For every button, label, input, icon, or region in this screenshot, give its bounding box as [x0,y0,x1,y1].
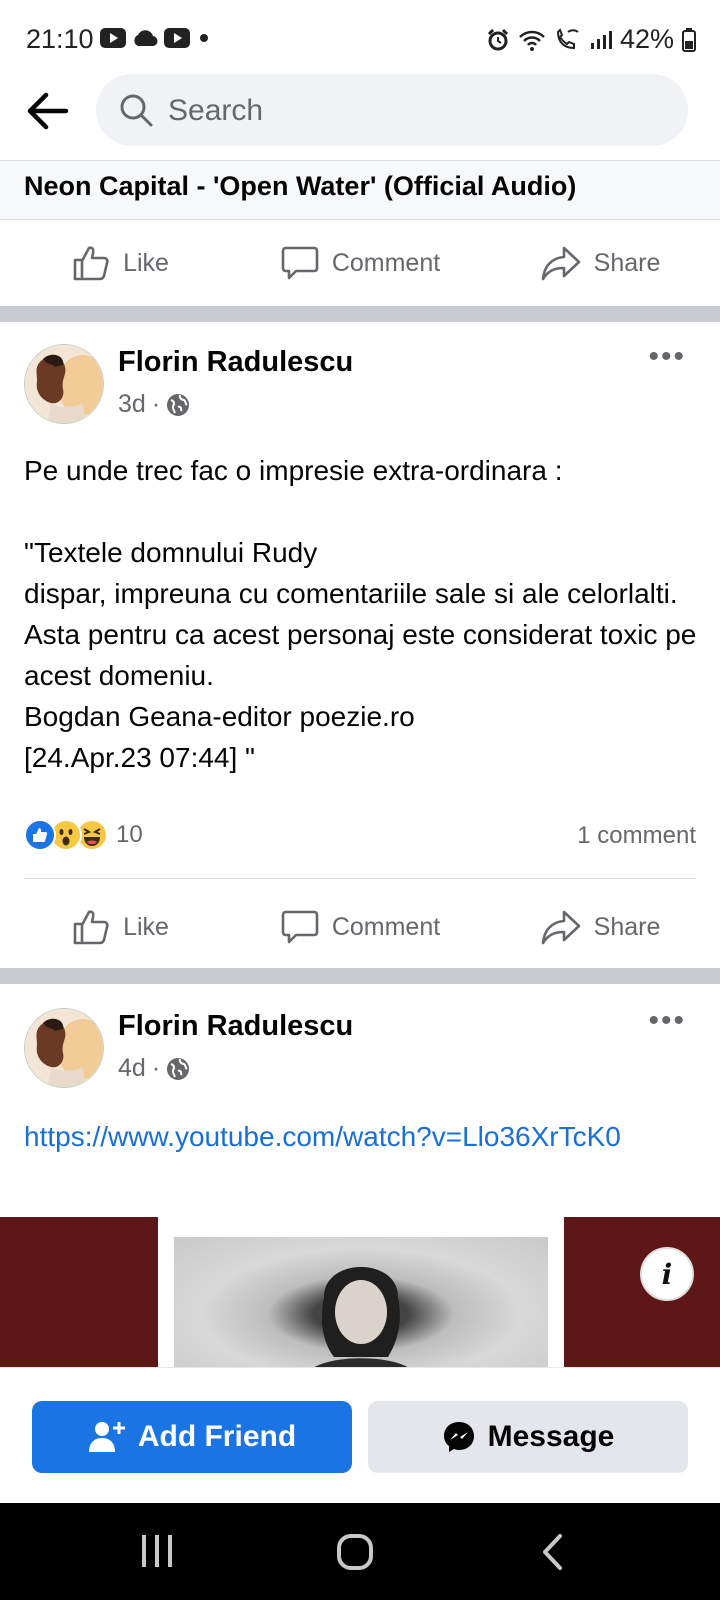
comment-label: Comment [331,912,441,941]
add-friend-button[interactable]: Add Friend [32,1401,352,1473]
back-nav-icon[interactable] [540,1533,564,1571]
avatar-image [25,1009,103,1087]
post-separator [0,968,720,984]
reaction-count: 10 [116,821,143,848]
meta-separator: · [151,1054,161,1082]
battery-percent: 42% [619,24,674,54]
notification-icons [100,28,212,48]
globe-icon [167,393,190,416]
post-link[interactable]: https://www.youtube.com/watch?v=Llo36XrT… [24,1116,704,1157]
link-title: Neon Capital - 'Open Water' (Official Au… [24,171,577,201]
system-nav-bar [0,1503,720,1600]
cloud-icon [134,30,158,47]
back-button[interactable] [22,86,72,136]
post-meta: 4d · [118,1054,190,1083]
post-text: Pe unde trec fac o impresie extra-ordina… [24,455,697,773]
search-placeholder: Search [168,94,264,127]
post-actions: Like Comment Share [0,884,720,970]
thumbnail-photo [174,1237,548,1367]
info-button[interactable]: i [640,1247,694,1301]
status-time: 21:10 [26,24,94,54]
arrow-left-icon [27,92,69,130]
home-icon[interactable] [336,1533,374,1571]
portrait-image [314,1267,408,1367]
post-meta: 3d · [118,390,190,419]
share-button[interactable]: Share [480,220,720,306]
post-separator [0,306,720,322]
recent-apps-icon[interactable] [140,1533,174,1569]
add-person-icon [88,1422,125,1452]
post-author[interactable]: Florin Radulescu [118,346,353,379]
video-thumbnail [158,1217,564,1367]
like-reaction-icon [24,819,56,851]
avatar-image [25,345,103,423]
thumbs-up-icon [73,910,109,945]
post-time[interactable]: 3d [118,390,146,419]
comment-label: Comment [331,248,441,277]
add-friend-label: Add Friend [137,1420,297,1453]
message-button[interactable]: Message [368,1401,688,1473]
post-time[interactable]: 4d [118,1054,146,1083]
top-header: Search [0,70,720,160]
share-arrow-icon [541,246,580,281]
globe-icon [167,1057,190,1080]
comment-button[interactable]: Comment [240,884,480,970]
youtube-icon [100,28,126,48]
more-options-button[interactable]: ••• [648,1004,686,1038]
comment-bubble-icon [281,910,319,944]
wifi-icon [519,30,545,51]
alarm-icon [487,28,509,50]
share-button[interactable]: Share [480,884,720,970]
divider [24,878,696,879]
status-right: 42% [486,24,696,55]
battery-icon [682,27,696,52]
meta-separator: · [151,390,161,418]
search-icon [120,94,153,127]
prev-post-actions: Like Comment Share [0,220,720,306]
search-input[interactable]: Search [96,74,688,146]
messenger-icon [443,1422,474,1452]
link-preview-title[interactable]: Neon Capital - 'Open Water' (Official Au… [0,160,720,220]
like-label: Like [123,912,169,941]
profile-action-bar: Add Friend Message [0,1367,720,1503]
like-button[interactable]: Like [0,884,240,970]
video-preview[interactable] [0,1217,720,1367]
dot-icon [200,34,208,42]
like-button[interactable]: Like [0,220,240,306]
share-arrow-icon [541,910,580,945]
message-label: Message [487,1420,615,1453]
share-label: Share [593,248,661,277]
avatar[interactable] [24,344,104,424]
comment-button[interactable]: Comment [240,220,480,306]
avatar[interactable] [24,1008,104,1088]
like-label: Like [123,248,169,277]
signal-icon [590,30,612,49]
share-label: Share [593,912,661,941]
comment-count[interactable]: 1 comment [577,822,696,850]
status-bar: 21:10 42% [0,0,720,80]
reactions-summary[interactable]: 10 [24,819,143,851]
thumbs-up-icon [73,246,109,281]
post-author[interactable]: Florin Radulescu [118,1010,353,1043]
youtube-icon [164,28,190,48]
comment-bubble-icon [281,246,319,280]
wifi-call-icon [556,27,579,49]
more-options-button[interactable]: ••• [648,340,686,374]
